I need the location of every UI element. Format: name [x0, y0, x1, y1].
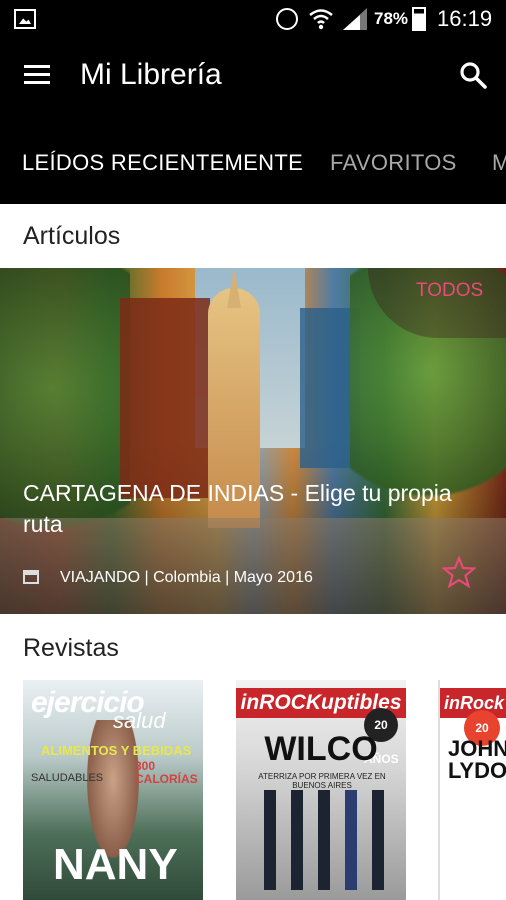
tab-recently-read[interactable]: LEÍDOS RECIENTEMENTE	[22, 150, 303, 176]
alarm-icon	[276, 8, 298, 30]
cover-name: NANY	[53, 840, 178, 889]
wifi-icon	[309, 9, 333, 30]
cover-subline: ATERRIZA POR PRIMERA VEZ EN BUENOS AIRES	[258, 772, 386, 790]
tab-favorites[interactable]: FAVORITOS	[330, 150, 457, 176]
magazines-heading: Revistas	[23, 634, 119, 662]
page-title: Mi Librería	[80, 58, 222, 91]
status-bar: 78% 16:19	[0, 0, 506, 38]
cover-band-photo	[246, 790, 396, 890]
cover-subline: SALUDABLES	[31, 772, 104, 784]
clock: 16:19	[437, 6, 493, 31]
battery-percentage: 78%	[374, 9, 409, 28]
signal-icon	[343, 8, 367, 30]
menu-icon[interactable]	[24, 60, 54, 92]
tab-bar: LEÍDOS RECIENTEMENTE FAVORITOS M	[0, 116, 506, 204]
tab-more[interactable]: M	[492, 150, 506, 176]
cover-line: ALIMENTOS Y BEBIDAS	[41, 743, 192, 758]
calendar-icon	[23, 570, 39, 584]
articles-heading: Artículos	[23, 222, 121, 250]
article-image-balcony-left	[120, 298, 210, 498]
article-meta: VIAJANDO | Colombia | Mayo 2016	[60, 569, 313, 586]
battery-icon	[412, 7, 426, 31]
gallery-notification-icon	[14, 9, 36, 29]
cover-headline: WILCO	[264, 730, 378, 768]
article-title[interactable]: CARTAGENA DE INDIAS - Elige tu propia ru…	[23, 478, 463, 540]
magazine-cover[interactable]: ejercicio salud ALIMENTOS Y BEBIDAS SALU…	[23, 680, 203, 900]
magazine-cover[interactable]: inRock 20 AÑOS JOHN LYDO	[438, 680, 506, 900]
filter-all-button[interactable]: TODOS	[416, 280, 483, 302]
favorite-star-icon[interactable]	[442, 556, 476, 590]
article-card[interactable]	[0, 268, 506, 614]
cover-side-line: 300 CALORÍAS	[135, 759, 198, 786]
app-bar: Mi Librería	[0, 38, 506, 116]
magazine-cover[interactable]: inROCKuptibles 20 AÑOS WILCO ATERRIZA PO…	[236, 680, 406, 900]
magazine-brand-sub: salud	[113, 708, 166, 733]
cover-headline: JOHN LYDO	[448, 736, 506, 783]
search-icon[interactable]	[458, 60, 488, 90]
